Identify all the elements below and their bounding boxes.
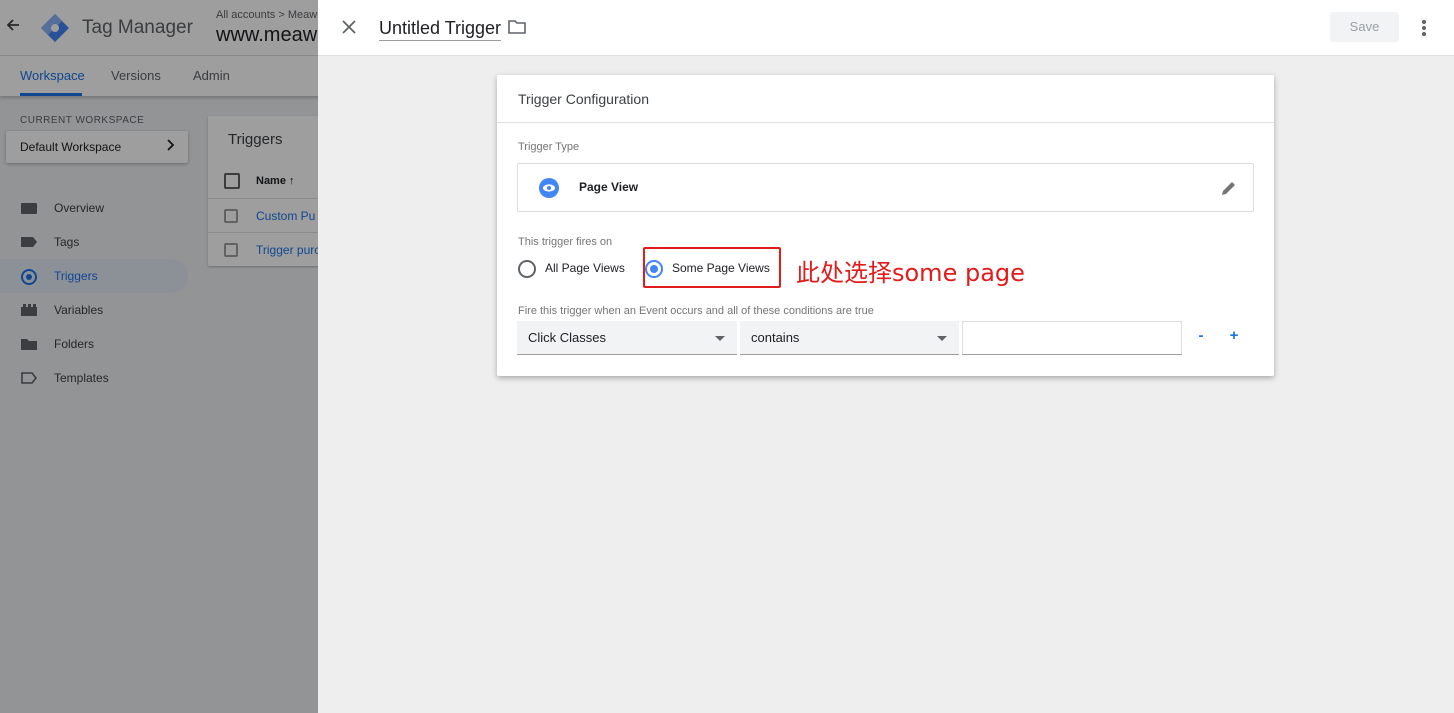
edit-pencil-icon[interactable] [1220,179,1238,197]
trigger-type-value: Page View [579,180,639,194]
operator-select[interactable]: contains [740,321,959,355]
radio-button[interactable] [518,260,536,278]
folder-icon[interactable] [508,19,526,34]
divider [497,122,1274,123]
radio-label: All Page Views [545,261,625,275]
condition-label: Fire this trigger when an Event occurs a… [518,305,874,317]
trigger-name-field[interactable]: Untitled Trigger [379,18,502,41]
remove-condition-button[interactable]: - [1194,327,1208,347]
overlay-scrim[interactable] [0,0,318,713]
save-button[interactable]: Save [1330,12,1399,42]
dropdown-arrow-icon [715,336,725,341]
add-condition-button[interactable]: + [1227,327,1241,347]
panel-header: Untitled Trigger Save [318,0,1454,56]
trigger-type-label: Trigger Type [518,141,580,153]
condition-value-input[interactable] [962,321,1182,355]
fires-on-label: This trigger fires on [518,236,613,248]
annotation-highlight-box [643,247,781,288]
annotation-text: 此处选择some page [796,259,1025,287]
eye-icon [539,178,559,198]
close-icon[interactable] [338,17,360,39]
trigger-configuration-card: Trigger Configuration Trigger Type Page … [497,75,1274,376]
operator-select-value: contains [751,330,800,345]
trigger-editor-panel: Untitled Trigger Save Trigger Configurat… [318,0,1454,713]
variable-select-value: Click Classes [528,330,607,345]
dropdown-arrow-icon [937,336,947,341]
card-title: Trigger Configuration [518,91,649,107]
more-vert-icon[interactable] [1416,17,1432,39]
variable-select[interactable]: Click Classes [517,321,737,355]
trigger-type-selector[interactable]: Page View [517,163,1254,212]
